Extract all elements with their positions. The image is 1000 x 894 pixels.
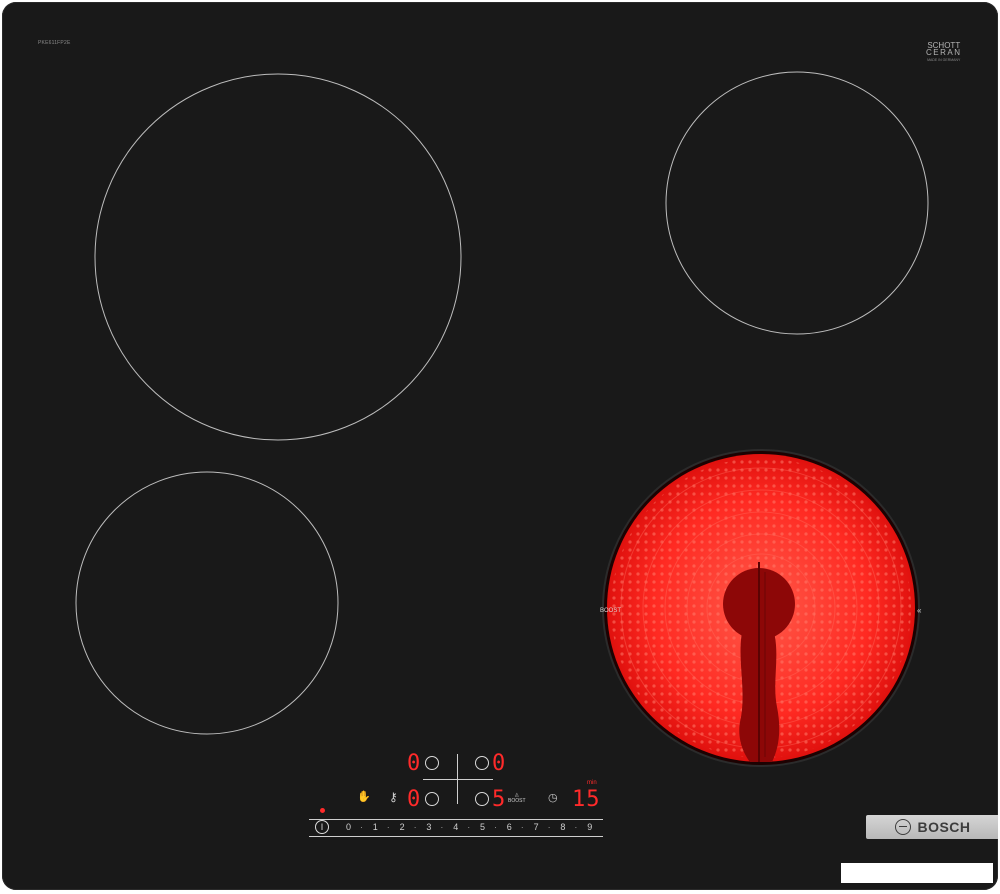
level-separator: · xyxy=(520,822,524,832)
select-back-left-button[interactable] xyxy=(425,756,439,770)
level-separator: · xyxy=(386,822,390,832)
level-1-button[interactable]: 1 xyxy=(373,822,378,832)
level-separator: · xyxy=(413,822,417,832)
level-separator: · xyxy=(574,822,578,832)
level-5-button[interactable]: 5 xyxy=(480,822,485,832)
level-2-button[interactable]: 2 xyxy=(400,822,405,832)
display-back-left-level: 0 xyxy=(407,751,422,776)
edge-highlight xyxy=(841,863,993,883)
svg-text:BOOST: BOOST xyxy=(600,608,621,614)
level-3-button[interactable]: 3 xyxy=(426,822,431,832)
level-4-button[interactable]: 4 xyxy=(453,822,458,832)
boost-label: BOOST xyxy=(508,798,526,804)
level-7-button[interactable]: 7 xyxy=(534,822,539,832)
select-front-left-button[interactable] xyxy=(425,792,439,806)
select-back-right-button[interactable] xyxy=(475,756,489,770)
zone-front-left xyxy=(75,471,339,735)
level-separator: · xyxy=(467,822,471,832)
display-front-right-level: 5 xyxy=(492,787,507,812)
bosch-logo-icon xyxy=(895,819,912,835)
key-icon[interactable]: ⚷ xyxy=(389,791,398,803)
level-0-button[interactable]: 0 xyxy=(346,822,351,832)
ceramic-hob: PKE611FP2E SCHOTT CERAN MADE IN GERMANY xyxy=(2,2,998,890)
level-separator: · xyxy=(440,822,444,832)
boost-button[interactable]: ◬ BOOST xyxy=(508,792,526,804)
power-icon[interactable]: I xyxy=(315,820,329,834)
zone-back-right xyxy=(665,71,929,335)
level-separator: · xyxy=(360,822,363,832)
level-9-button[interactable]: 9 xyxy=(587,822,592,832)
brand-name: BOSCH xyxy=(917,819,971,835)
display-front-left-level: 0 xyxy=(407,787,422,812)
child-lock-icon[interactable]: ✋ xyxy=(357,792,371,803)
display-back-right-level: 0 xyxy=(492,751,507,776)
power-indicator-dot xyxy=(320,808,325,813)
bosch-badge: BOSCH xyxy=(866,815,998,839)
zone-selector-divider-h xyxy=(423,779,493,780)
select-front-right-button[interactable] xyxy=(475,792,489,806)
level-separator: · xyxy=(547,822,551,832)
zone-back-left xyxy=(94,73,462,441)
level-6-button[interactable]: 6 xyxy=(507,822,512,832)
zone-front-right-heating: BOOST « xyxy=(600,449,922,767)
level-8-button[interactable]: 8 xyxy=(560,822,565,832)
timer-icon[interactable]: ◷ xyxy=(548,793,558,804)
timer-display: 15 xyxy=(572,787,601,812)
svg-text:«: « xyxy=(917,606,922,615)
zone-selector-divider-v xyxy=(457,754,458,804)
level-separator: · xyxy=(494,822,497,832)
timer-unit: min xyxy=(587,780,597,786)
